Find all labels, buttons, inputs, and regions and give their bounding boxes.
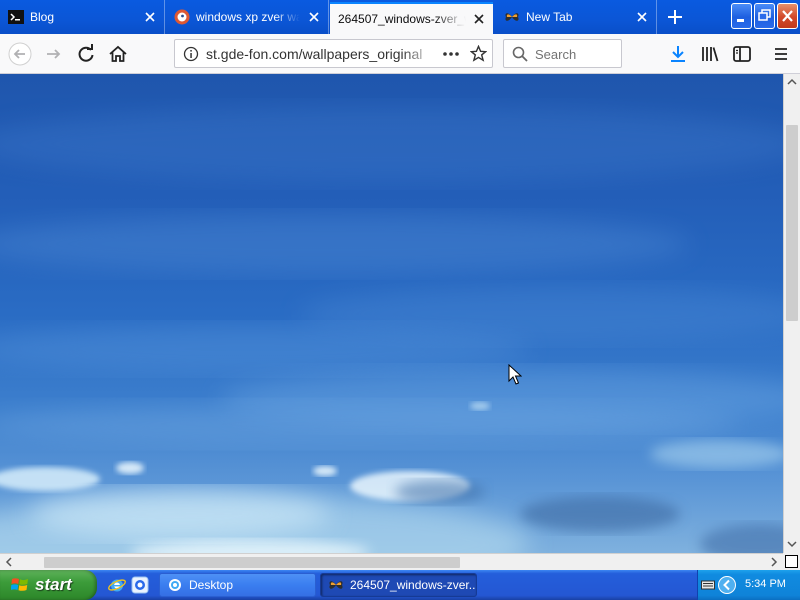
- windows-taskbar: start Desktop 264507_windows-zver... 5:3…: [0, 570, 800, 600]
- bookmark-star-icon[interactable]: [470, 45, 487, 62]
- tab-strip: Blog windows xp zver wallpaper 264507_wi…: [0, 0, 800, 34]
- download-icon[interactable]: [666, 42, 690, 66]
- hamburger-menu-icon[interactable]: [769, 42, 793, 66]
- keyboard-icon[interactable]: [701, 578, 715, 592]
- taskbar-window-label: 264507_windows-zver...: [350, 578, 477, 592]
- tab-title: 264507_windows-zver_wi: [338, 12, 466, 26]
- windows-logo-icon: [11, 578, 28, 591]
- start-button[interactable]: start: [0, 570, 97, 600]
- sky-clouds-image: [0, 106, 783, 553]
- horizontal-scroll-thumb[interactable]: [44, 557, 460, 568]
- scroll-right-arrow-icon[interactable]: [766, 554, 782, 570]
- taskbar-window-label: Desktop: [189, 578, 234, 592]
- scroll-up-arrow-icon[interactable]: [784, 74, 800, 90]
- page-actions-icon[interactable]: [442, 46, 460, 62]
- reload-icon[interactable]: [74, 42, 98, 66]
- mouse-cursor-icon: [508, 364, 522, 385]
- tab-search-results[interactable]: windows xp zver wallpaper: [166, 0, 329, 34]
- butterfly-favicon: [329, 581, 343, 589]
- close-window-button[interactable]: [777, 3, 798, 29]
- tab-wallpaper-image[interactable]: 264507_windows-zver_wi: [330, 2, 493, 34]
- system-tray: 5:34 PM: [697, 570, 800, 600]
- info-icon[interactable]: [183, 46, 199, 62]
- horizontal-scrollbar[interactable]: [0, 553, 783, 570]
- close-tab-icon[interactable]: [634, 9, 650, 25]
- close-tab-icon[interactable]: [471, 11, 487, 27]
- close-icon: [782, 10, 793, 22]
- scroll-down-arrow-icon[interactable]: [784, 536, 800, 552]
- vertical-scroll-thumb[interactable]: [786, 125, 798, 321]
- search-placeholder: Search: [535, 47, 577, 62]
- terminal-favicon: [8, 10, 24, 24]
- butterfly-favicon: [505, 13, 519, 21]
- sidebar-icon[interactable]: [730, 42, 754, 66]
- start-label: start: [35, 575, 72, 594]
- wallpaper-image: [0, 74, 783, 553]
- minimize-icon: [737, 19, 744, 22]
- url-text[interactable]: st.gde-fon.com/wallpapers_original: [206, 46, 436, 62]
- tab-new-tab[interactable]: New Tab: [494, 0, 657, 34]
- scrollbar-corner: [783, 553, 800, 570]
- library-icon[interactable]: [698, 42, 722, 66]
- duckduckgo-favicon: [174, 9, 190, 25]
- clock: 5:34 PM: [745, 578, 786, 590]
- tab-title: windows xp zver wallpaper: [196, 10, 300, 24]
- taskbar-window-browser[interactable]: 264507_windows-zver...: [320, 573, 477, 597]
- internet-explorer-icon[interactable]: [108, 576, 126, 594]
- forward-arrow-icon[interactable]: [42, 42, 66, 66]
- navigation-toolbar: st.gde-fon.com/wallpapers_original Searc…: [0, 34, 800, 74]
- taskbar-window-desktop[interactable]: Desktop: [159, 573, 316, 597]
- search-box[interactable]: Search: [503, 39, 622, 68]
- home-icon[interactable]: [106, 42, 130, 66]
- back-arrow-icon[interactable]: [8, 42, 32, 66]
- minimize-button[interactable]: [731, 3, 752, 29]
- scroll-left-arrow-icon[interactable]: [1, 554, 17, 570]
- new-tab-plus-icon[interactable]: [658, 4, 692, 30]
- firefox-icon[interactable]: [131, 576, 149, 594]
- restore-button[interactable]: [754, 3, 775, 29]
- close-tab-icon[interactable]: [306, 9, 322, 25]
- url-bar[interactable]: st.gde-fon.com/wallpapers_original: [174, 39, 493, 68]
- search-icon: [512, 46, 528, 62]
- ie-desktop-icon: [169, 579, 181, 591]
- close-tab-icon[interactable]: [142, 9, 158, 25]
- show-hidden-icons-icon[interactable]: [717, 575, 737, 595]
- tab-blog[interactable]: Blog: [0, 0, 165, 34]
- vertical-scrollbar[interactable]: [783, 74, 800, 553]
- restore-icon: [758, 9, 771, 21]
